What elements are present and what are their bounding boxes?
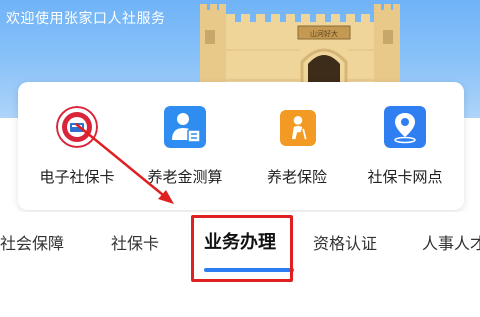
gate-sign-text: 山河好大 <box>310 29 338 38</box>
service-card-outlets[interactable]: 社保卡网点 <box>353 106 457 196</box>
social-security-badge-icon <box>56 106 98 148</box>
tab-social-security[interactable]: 社会保障 <box>0 230 64 254</box>
service-label: 养老保险 <box>266 168 327 186</box>
service-pension-calculator[interactable]: 养老金测算 <box>133 106 237 196</box>
service-label: 社保卡网点 <box>367 168 443 186</box>
service-label: 电子社保卡 <box>39 168 115 186</box>
service-label: 养老金测算 <box>147 168 223 186</box>
annotation-highlight-box <box>191 215 293 282</box>
welcome-text: 欢迎使用张家口人社服务 <box>6 11 166 27</box>
service-pension-insurance[interactable]: 养老保险 <box>245 106 349 196</box>
tab-social-card[interactable]: 社保卡 <box>111 230 159 254</box>
elderly-person-icon <box>280 110 316 146</box>
content-area <box>0 282 480 317</box>
service-card: 电子社保卡 养老金测算 养老保险 社保卡网点 <box>18 82 464 210</box>
service-e-social-card[interactable]: 电子社保卡 <box>25 106 129 196</box>
location-pin-icon <box>384 106 426 148</box>
tab-personnel-talent[interactable]: 人事人才 <box>422 230 480 254</box>
tab-qualification-certification[interactable]: 资格认证 <box>313 230 377 254</box>
person-calculator-icon <box>164 106 206 148</box>
